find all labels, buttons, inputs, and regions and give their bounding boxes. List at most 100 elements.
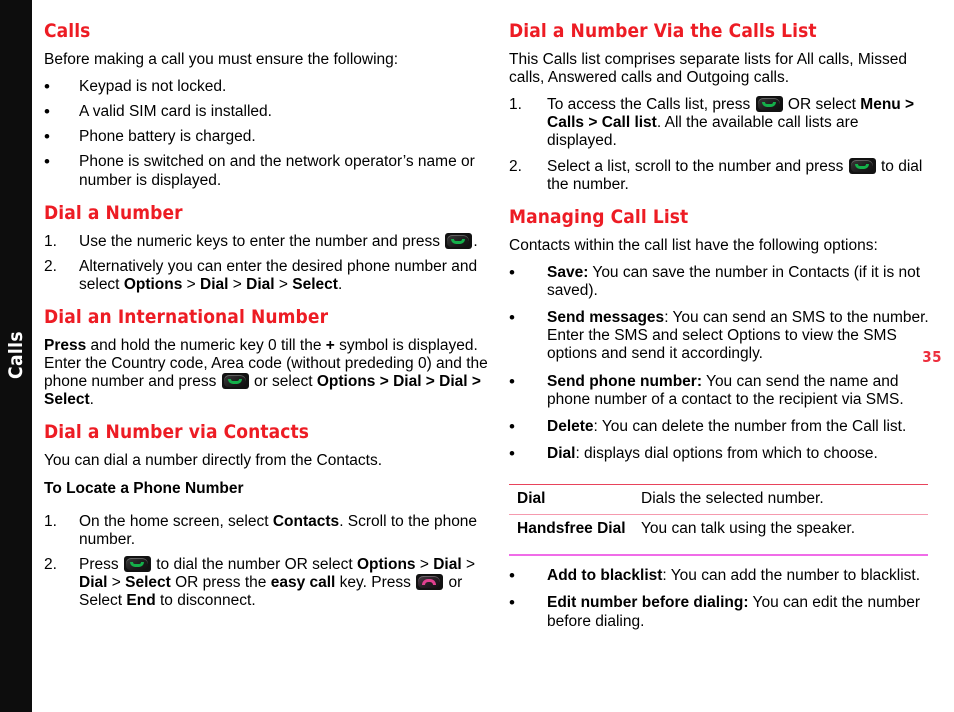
option-description: : You can add the number to blacklist. — [662, 567, 921, 585]
table-cell-description: You can talk using the speaker. — [641, 514, 928, 545]
calls-requirements-list: • Keypad is not locked. • A valid SIM ca… — [44, 77, 492, 190]
step-number: 2. — [509, 157, 522, 175]
step-text: Press — [79, 555, 119, 573]
menu-path-select: Select — [125, 574, 171, 591]
list-item-text: Dial: displays dial options from which t… — [547, 445, 929, 463]
dial-options-table: Dial Dials the selected number. Handsfre… — [509, 483, 928, 545]
right-column: Dial a Number Via the Calls List This Ca… — [509, 21, 929, 640]
section-managing-call-list: Managing Call List Contacts within the c… — [509, 205, 929, 631]
option-description: You can save the number in Contacts (if … — [547, 263, 921, 299]
step-text: On the home screen, select — [79, 512, 273, 530]
step-text-tail: . — [473, 232, 478, 250]
list-item: • Phone is switched on and the network o… — [44, 153, 492, 189]
path-separator: > — [107, 574, 126, 591]
body-text: or select — [249, 373, 317, 391]
step-number: 1. — [44, 232, 57, 250]
list-item-text: Use the numeric keys to enter the number… — [79, 232, 492, 251]
list-item: 2. Select a list, scroll to the number a… — [509, 157, 929, 194]
section-dial-international-number: Dial an International Number Press and h… — [44, 307, 492, 409]
path-separator: > — [228, 275, 247, 293]
table-cell-option: Dial — [509, 483, 641, 515]
table-cell-description: Dials the selected number. — [641, 483, 928, 515]
menu-path-options: Options — [123, 275, 183, 293]
list-item: • Dial: displays dial options from which… — [509, 443, 929, 463]
bullet-icon: • — [509, 416, 515, 436]
dial-via-contacts-steps: 1. On the home screen, select Contacts. … — [44, 513, 492, 611]
bullet-icon: • — [509, 443, 515, 463]
step-text: Use the numeric keys to enter the number… — [79, 232, 440, 250]
list-item: • Send phone number: You can send the na… — [509, 372, 929, 409]
green-call-key-icon — [221, 373, 249, 390]
list-item-text: Phone is switched on and the network ope… — [79, 153, 475, 189]
option-description: : displays dial options from which to ch… — [575, 444, 878, 462]
step-text: OR press the — [170, 574, 271, 591]
body-text-tail: . — [89, 391, 94, 409]
step-text-tail: to disconnect. — [155, 592, 256, 610]
step-number: 2. — [44, 555, 57, 573]
bullet-icon: • — [509, 308, 515, 328]
option-term: Add to blacklist — [547, 567, 663, 585]
press-keyword: Press — [44, 336, 87, 354]
option-term: Delete — [547, 417, 594, 435]
list-item-text: To access the Calls list, press OR selec… — [547, 96, 929, 150]
easy-call-keyword: easy call — [270, 574, 336, 591]
step-text: key. Press — [335, 574, 411, 591]
bullet-icon: • — [509, 566, 515, 586]
list-item: 2. Alternatively you can enter the desir… — [44, 258, 492, 294]
calls-list-intro: This Calls list comprises separate lists… — [509, 50, 907, 87]
menu-path-dial: Dial — [433, 555, 462, 573]
list-item-text: Keypad is not locked. — [79, 78, 227, 96]
section-dial-via-contacts: Dial a Number via Contacts You can dial … — [44, 421, 492, 611]
option-term: Dial — [547, 444, 576, 462]
green-call-key-icon — [755, 96, 783, 113]
calls-list-steps: 1. To access the Calls list, press OR se… — [509, 96, 929, 194]
path-separator: > — [182, 275, 201, 293]
menu-path-dial: Dial — [79, 574, 108, 591]
list-item-text: Send messages: You can send an SMS to th… — [547, 309, 929, 363]
bullet-icon: • — [44, 127, 50, 147]
list-item-text: Phone battery is charged. — [79, 128, 256, 146]
list-item: 1. Use the numeric keys to enter the num… — [44, 232, 492, 251]
list-item-text: Add to blacklist: You can add the number… — [547, 567, 929, 585]
body-text: and hold the numeric key 0 till the — [86, 336, 326, 354]
path-separator: > — [415, 555, 434, 573]
step-text-tail: . — [337, 275, 343, 293]
bullet-icon: • — [509, 262, 515, 282]
left-column: Calls Before making a call you must ensu… — [44, 21, 492, 611]
option-term: Save: — [547, 263, 589, 281]
list-item-text: Edit number before dialing: You can edit… — [547, 594, 929, 630]
subheading-locate-phone-number: To Locate a Phone Number — [44, 479, 244, 497]
section-calls: Calls Before making a call you must ensu… — [44, 21, 492, 190]
option-description: : You can delete the number from the Cal… — [593, 417, 907, 435]
menu-path-contacts: Contacts — [272, 512, 340, 530]
step-number: 1. — [44, 512, 57, 530]
table-bottom-rule — [509, 554, 928, 557]
menu-path-dial: Dial — [246, 275, 275, 293]
heading-dial-a-number: Dial a Number — [44, 201, 183, 224]
list-item: • Keypad is not locked. — [44, 77, 492, 97]
managing-call-list-intro: Contacts within the call list have the f… — [509, 236, 878, 254]
heading-managing-call-list: Managing Call List — [509, 205, 689, 228]
table-row: Dial Dials the selected number. — [509, 483, 928, 515]
path-separator: > — [461, 555, 476, 573]
list-item-text: Select a list, scroll to the number and … — [547, 157, 929, 194]
menu-path-select: Select — [292, 275, 338, 293]
bullet-icon: • — [44, 77, 50, 97]
list-item: • Phone battery is charged. — [44, 128, 492, 146]
list-item: • Save: You can save the number in Conta… — [509, 262, 929, 300]
list-item-text: Send phone number: You can send the name… — [547, 373, 929, 409]
step-number: 2. — [44, 257, 57, 275]
heading-dial-via-contacts: Dial a Number via Contacts — [44, 421, 310, 444]
call-list-options-continued: • Add to blacklist: You can add the numb… — [509, 567, 929, 630]
step-text: To access the Calls list, press — [547, 96, 751, 114]
list-item-text: Press to dial the number OR select Optio… — [79, 555, 492, 610]
end-keyword: End — [126, 592, 156, 610]
bullet-icon: • — [44, 152, 50, 172]
list-item: • Delete: You can delete the number from… — [509, 416, 929, 436]
plus-symbol: + — [325, 336, 335, 354]
list-item-text: A valid SIM card is installed. — [79, 103, 272, 121]
table-row: Handsfree Dial You can talk using the sp… — [509, 514, 928, 545]
step-number: 1. — [509, 96, 522, 114]
section-thumb-tab: Calls — [0, 0, 32, 712]
call-list-options: • Save: You can save the number in Conta… — [509, 262, 929, 463]
